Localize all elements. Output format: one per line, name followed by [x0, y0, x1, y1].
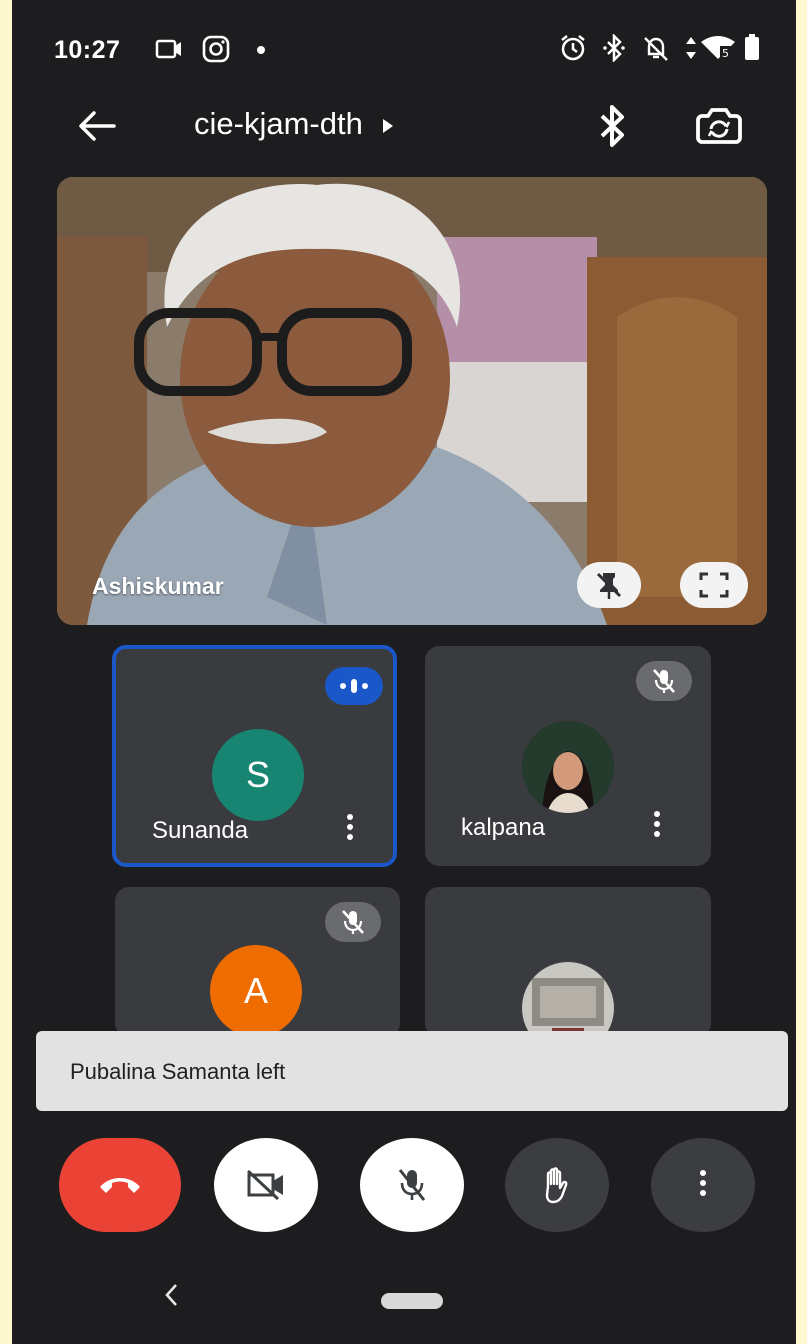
raise-hand-button[interactable] — [505, 1138, 609, 1232]
raise-hand-icon — [545, 1167, 568, 1204]
instagram-icon — [202, 35, 230, 63]
speaking-indicator-icon — [325, 667, 383, 705]
do-not-disturb-icon — [644, 37, 668, 61]
participant-tile-a[interactable]: A — [115, 887, 400, 1037]
main-participant-name: Ashiskumar — [92, 573, 224, 599]
audio-output-button[interactable] — [592, 102, 632, 150]
notification-toast: Pubalina Samanta left — [36, 1031, 788, 1111]
battery-icon — [745, 34, 759, 60]
mic-toggle-button[interactable] — [360, 1138, 464, 1232]
fullscreen-icon — [699, 572, 729, 598]
participant-tile-sunanda[interactable]: S Sunanda — [112, 645, 397, 867]
participant-name: kalpana — [461, 814, 546, 841]
switch-camera-icon — [696, 108, 742, 144]
meeting-code-label: cie-kjam-dth — [194, 106, 363, 141]
participant-video-image — [57, 177, 767, 625]
end-call-button[interactable] — [59, 1138, 181, 1232]
main-video-feed[interactable]: Ashiskumar — [57, 177, 767, 625]
participant-tile-kalpana[interactable]: kalpana — [425, 646, 711, 866]
dot-icon — [257, 46, 265, 54]
svg-text:5: 5 — [722, 47, 729, 60]
avatar: S — [212, 729, 304, 821]
avatar — [522, 721, 614, 813]
mic-off-icon — [398, 1169, 426, 1201]
nav-home-pill[interactable] — [381, 1293, 443, 1309]
toast-message: Pubalina Samanta left — [70, 1059, 286, 1084]
video-call-notification-icon — [155, 39, 181, 59]
back-arrow-icon — [79, 111, 116, 141]
unpin-icon — [596, 572, 622, 599]
caret-right-icon — [383, 118, 394, 133]
status-time: 10:27 — [54, 36, 121, 64]
more-options-icon — [697, 1170, 709, 1200]
mic-muted-icon — [325, 902, 381, 942]
camera-toggle-button[interactable] — [214, 1138, 318, 1232]
more-options-button[interactable] — [651, 1138, 755, 1232]
nav-back-icon — [165, 1284, 177, 1306]
nav-back-button[interactable] — [162, 1282, 180, 1315]
avatar — [522, 962, 614, 1037]
participant-name: Sunanda — [152, 817, 249, 844]
back-button[interactable] — [74, 104, 118, 148]
bluetooth-icon — [603, 34, 625, 62]
end-call-icon — [100, 1178, 140, 1193]
bluetooth-icon — [600, 105, 624, 147]
meeting-code[interactable]: cie-kjam-dth — [194, 106, 395, 142]
meet-call-screen: 10:27 5 cie-kjam-dth Ashiskumar S Sunand… — [12, 0, 796, 1344]
wifi-icon: 5 — [701, 36, 735, 60]
switch-camera-button[interactable] — [694, 102, 744, 150]
mic-muted-icon — [636, 661, 692, 701]
data-arrows-icon — [686, 37, 696, 59]
avatar: A — [210, 945, 302, 1037]
alarm-icon — [561, 35, 585, 61]
participant-tile-4[interactable] — [425, 887, 711, 1037]
unpin-button[interactable] — [577, 562, 641, 608]
more-options-icon[interactable] — [344, 814, 356, 844]
more-options-icon[interactable] — [651, 811, 663, 841]
camera-off-icon — [246, 1169, 283, 1201]
fullscreen-button[interactable] — [680, 562, 748, 608]
